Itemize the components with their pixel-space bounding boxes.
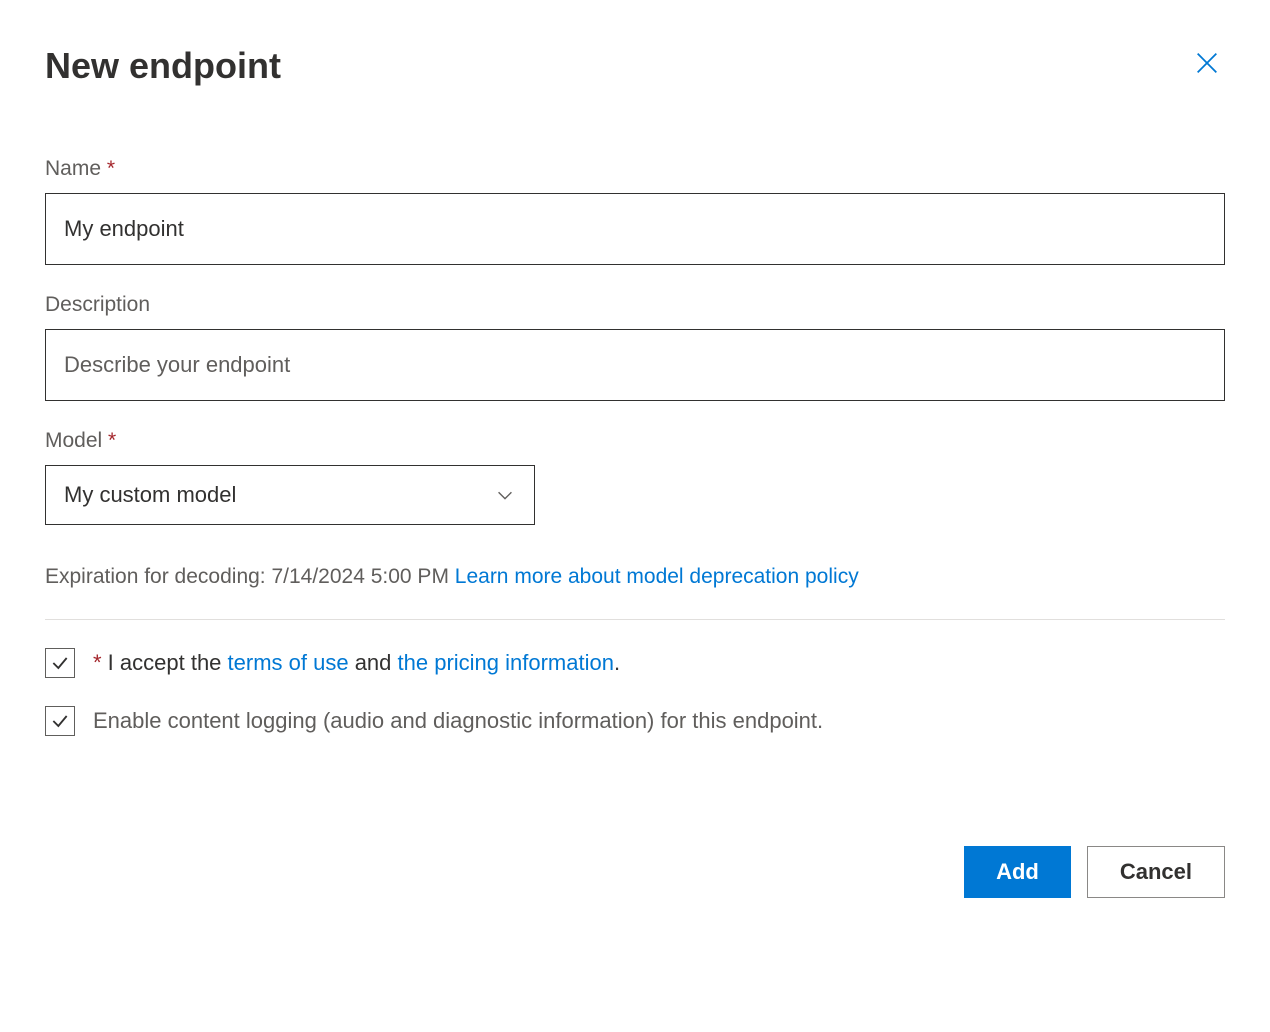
checkmark-icon [50, 711, 70, 731]
description-label: Description [45, 293, 1225, 317]
dialog-title: New endpoint [45, 45, 281, 87]
terms-label: * I accept the terms of use and the pric… [93, 650, 620, 676]
required-asterisk: * [108, 429, 116, 452]
add-button[interactable]: Add [964, 846, 1071, 898]
logging-checkbox-row: Enable content logging (audio and diagno… [45, 706, 1225, 736]
description-input[interactable] [45, 329, 1225, 401]
logging-label: Enable content logging (audio and diagno… [93, 708, 823, 734]
deprecation-policy-link[interactable]: Learn more about model deprecation polic… [455, 565, 859, 588]
logging-checkbox[interactable] [45, 706, 75, 736]
terms-checkbox-row: * I accept the terms of use and the pric… [45, 648, 1225, 678]
dialog-header: New endpoint [45, 45, 1225, 87]
terms-checkbox[interactable] [45, 648, 75, 678]
expiration-prefix: Expiration for decoding: [45, 565, 271, 588]
terms-of-use-link[interactable]: terms of use [228, 650, 349, 675]
model-field-group: Model * My custom model [45, 429, 1225, 525]
model-selected-value: My custom model [64, 482, 236, 508]
required-asterisk: * [107, 157, 115, 180]
close-button[interactable] [1189, 45, 1225, 81]
description-field-group: Description [45, 293, 1225, 401]
model-select-wrapper: My custom model [45, 465, 535, 525]
pricing-information-link[interactable]: the pricing information [398, 650, 614, 675]
checkmark-icon [50, 653, 70, 673]
name-label: Name * [45, 157, 1225, 181]
chevron-down-icon [494, 484, 516, 506]
name-input[interactable] [45, 193, 1225, 265]
required-asterisk: * [93, 650, 102, 675]
expiration-info: Expiration for decoding: 7/14/2024 5:00 … [45, 565, 1225, 620]
expiration-date: 7/14/2024 5:00 PM [271, 565, 448, 588]
name-field-group: Name * [45, 157, 1225, 265]
cancel-button[interactable]: Cancel [1087, 846, 1225, 898]
model-select[interactable]: My custom model [45, 465, 535, 525]
close-icon [1193, 49, 1221, 77]
model-label: Model * [45, 429, 1225, 453]
dialog-footer: Add Cancel [45, 846, 1225, 898]
